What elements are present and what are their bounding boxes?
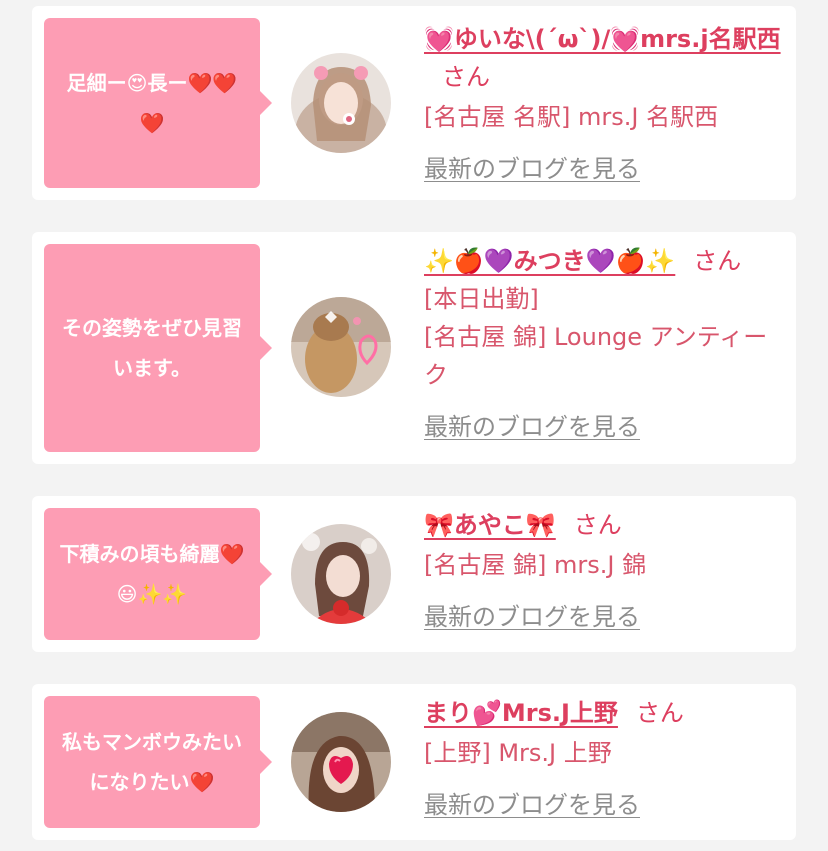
post-card: 私もマンボウみたいになりたい❤️ まり💕Mrs.J上野 さん [上野] Mrs.J… — [32, 684, 796, 840]
latest-blog-link[interactable]: 最新のブログを見る — [424, 598, 640, 636]
shop-info: [上野] Mrs.J 上野 — [424, 739, 612, 767]
post-card: 足細ー😍長ー❤️❤️❤️ 💓ゆいな\(´ω`)/💓mrs.j名駅西さん [名古屋… — [32, 6, 796, 200]
post-info: 🎀あやこ🎀 さん [名古屋 錦] mrs.J 錦 最新のブログを見る — [424, 506, 786, 636]
san-suffix: さん — [635, 699, 684, 727]
comment-bubble: 私もマンボウみたいになりたい❤️ — [44, 696, 272, 828]
san-suffix: さん — [693, 247, 742, 275]
shop-info: [名古屋 名駅] mrs.J 名駅西 — [424, 103, 719, 131]
post-info: 💓ゆいな\(´ω`)/💓mrs.j名駅西さん [名古屋 名駅] mrs.J 名駅… — [424, 20, 786, 188]
san-suffix: さん — [442, 63, 490, 91]
san-suffix: さん — [573, 511, 622, 539]
post-card: その姿勢をぜひ見習います。 ✨🍎💜みつき💜🍎✨ さん [本日出勤] [名古屋 錦]… — [32, 232, 796, 464]
post-card: 下積みの頃も綺麗❤️😃✨✨ 🎀あやこ🎀 さん [名古屋 錦] mrs.J 錦 最新… — [32, 496, 796, 652]
cast-name-link[interactable]: ✨🍎💜みつき💜🍎✨ — [424, 247, 675, 275]
comment-text: 私もマンボウみたいになりたい❤️ — [62, 730, 242, 794]
avatar[interactable] — [291, 524, 391, 624]
name-line: まり💕Mrs.J上野 さん — [424, 694, 786, 732]
shop-info: [名古屋 錦] mrs.J 錦 — [424, 551, 647, 579]
post-info: まり💕Mrs.J上野 さん [上野] Mrs.J 上野 最新のブログを見る — [424, 694, 786, 824]
comment-text: その姿勢をぜひ見習います。 — [62, 316, 242, 380]
comment-text: 足細ー😍長ー❤️❤️❤️ — [66, 71, 238, 135]
latest-blog-link[interactable]: 最新のブログを見る — [424, 150, 640, 188]
avatar[interactable] — [291, 712, 391, 812]
latest-blog-link[interactable]: 最新のブログを見る — [424, 408, 640, 446]
comment-text: 下積みの頃も綺麗❤️😃✨✨ — [59, 542, 245, 606]
cast-name-link[interactable]: まり💕Mrs.J上野 — [424, 699, 618, 727]
name-line: 🎀あやこ🎀 さん — [424, 506, 786, 544]
cast-name-link[interactable]: 🎀あやこ🎀 — [424, 511, 556, 539]
avatar[interactable] — [291, 53, 391, 153]
name-line: 💓ゆいな\(´ω`)/💓mrs.j名駅西さん — [424, 20, 786, 96]
name-line: ✨🍎💜みつき💜🍎✨ さん — [424, 242, 786, 280]
latest-blog-link[interactable]: 最新のブログを見る — [424, 786, 640, 824]
comment-bubble: 下積みの頃も綺麗❤️😃✨✨ — [44, 508, 272, 640]
avatar[interactable] — [291, 297, 391, 397]
cast-name-link[interactable]: 💓ゆいな\(´ω`)/💓mrs.j名駅西 — [424, 25, 781, 53]
post-info: ✨🍎💜みつき💜🍎✨ さん [本日出勤] [名古屋 錦] Lounge アンティーク… — [424, 242, 786, 446]
work-status: [本日出勤] — [424, 285, 539, 313]
comment-bubble: 足細ー😍長ー❤️❤️❤️ — [44, 18, 272, 188]
comment-bubble: その姿勢をぜひ見習います。 — [44, 244, 272, 452]
shop-info: [名古屋 錦] Lounge アンティーク — [424, 323, 768, 389]
